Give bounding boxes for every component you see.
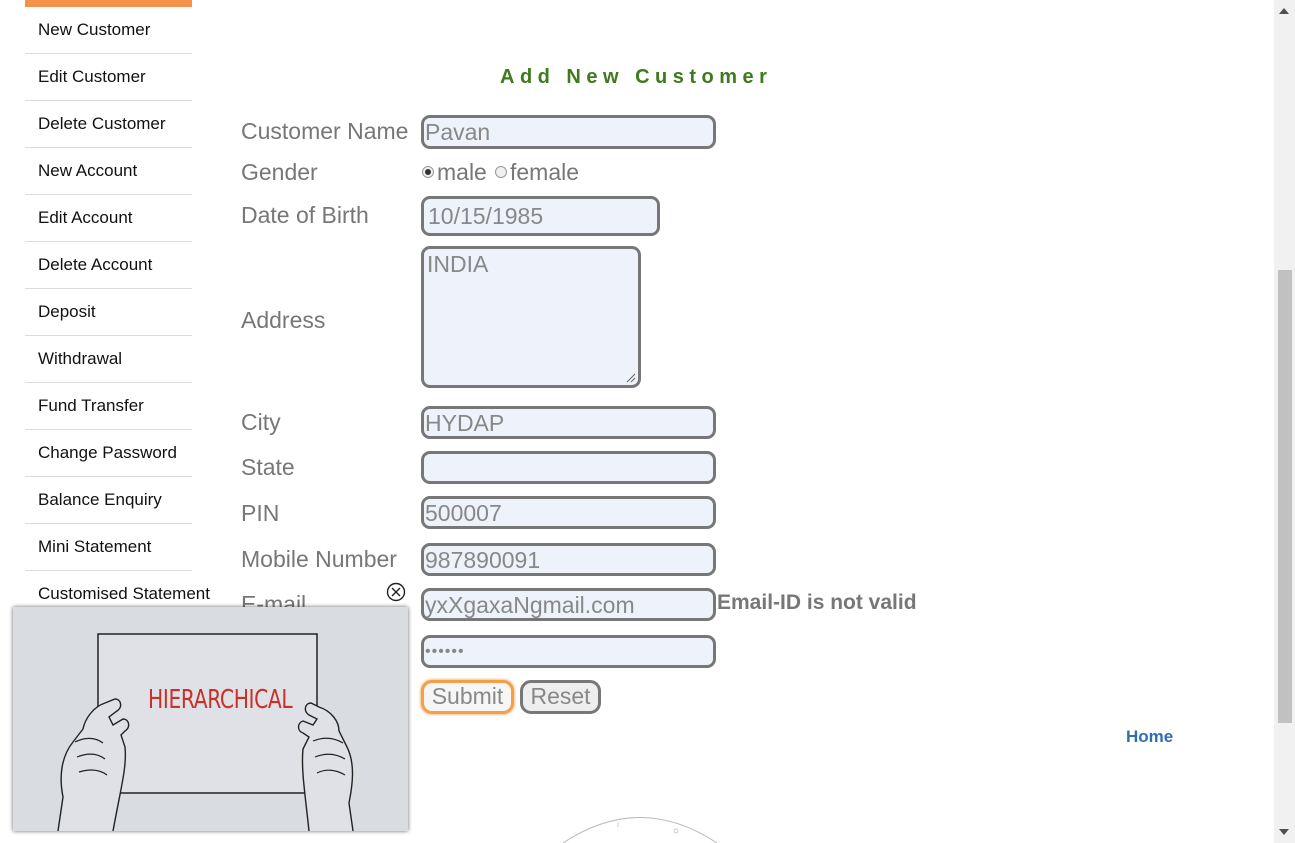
sidebar-item-change-password[interactable]: Change Password xyxy=(25,430,192,477)
scroll-down-arrow-icon[interactable] xyxy=(1279,829,1289,835)
sidebar-item-deposit[interactable]: Deposit xyxy=(25,289,192,336)
address-textarea[interactable]: INDIA xyxy=(421,246,641,388)
vertical-scrollbar[interactable] xyxy=(1274,0,1295,843)
customer-name-input[interactable]: Pavan xyxy=(421,115,716,149)
mobile-label: Mobile Number xyxy=(241,546,397,572)
sidebar-item-delete-account[interactable]: Delete Account xyxy=(25,242,192,289)
scrollbar-thumb[interactable] xyxy=(1278,270,1292,723)
dob-label: Date of Birth xyxy=(241,202,369,228)
password-input[interactable]: •••••• xyxy=(421,635,716,668)
sidebar-item-fund-transfer[interactable]: Fund Transfer xyxy=(25,383,192,430)
customer-name-label: Customer Name xyxy=(241,118,409,144)
scroll-up-arrow-icon[interactable] xyxy=(1279,8,1289,14)
video-frame-illustration xyxy=(13,607,408,831)
pin-label: PIN xyxy=(241,500,280,526)
sidebar-item-delete-customer[interactable]: Delete Customer xyxy=(25,101,192,148)
sidebar-item-edit-customer[interactable]: Edit Customer xyxy=(25,54,192,101)
email-error-message: Email-ID is not valid xyxy=(717,591,917,614)
sidebar-item-balance-enquiry[interactable]: Balance Enquiry xyxy=(25,477,192,524)
sidebar-item-edit-account[interactable]: Edit Account xyxy=(25,195,192,242)
sidebar-accent-bar xyxy=(25,0,192,7)
city-input[interactable]: HYDAP xyxy=(421,406,716,439)
video-sign-text: HIERARCHICAL xyxy=(148,685,293,715)
sidebar-item-mini-statement[interactable]: Mini Statement xyxy=(25,524,192,571)
email-input[interactable]: yxXgaxaNgmail.com xyxy=(421,588,716,621)
gender-male-radio[interactable] xyxy=(422,166,434,178)
gender-female-label: female xyxy=(510,159,580,185)
reset-button[interactable]: Reset xyxy=(520,680,601,714)
sidebar-item-new-customer[interactable]: New Customer xyxy=(25,7,192,54)
address-value: INDIA xyxy=(427,251,489,277)
city-label: City xyxy=(241,409,281,435)
video-overlay[interactable]: HIERARCHICAL xyxy=(13,607,408,831)
home-link[interactable]: Home xyxy=(1126,727,1173,747)
gender-male-label: male xyxy=(437,159,487,185)
mobile-input[interactable]: 987890091 xyxy=(421,543,716,576)
state-label: State xyxy=(241,454,295,480)
dob-input[interactable]: 10/15/1985 xyxy=(421,196,660,236)
close-icon[interactable] xyxy=(386,582,406,602)
decorative-arc xyxy=(562,817,718,843)
state-input[interactable] xyxy=(421,451,716,484)
page-title: Add New Customer xyxy=(500,66,773,88)
gender-label: Gender xyxy=(241,159,318,185)
gender-female-radio[interactable] xyxy=(495,166,507,178)
submit-button[interactable]: Submit xyxy=(421,680,514,714)
sidebar-item-withdrawal[interactable]: Withdrawal xyxy=(25,336,192,383)
resize-grip-icon[interactable] xyxy=(626,373,636,383)
sidebar-menu: New Customer Edit Customer Delete Custom… xyxy=(25,7,210,618)
pin-input[interactable]: 500007 xyxy=(421,496,716,529)
sidebar-item-new-account[interactable]: New Account xyxy=(25,148,192,195)
address-label: Address xyxy=(241,307,326,333)
